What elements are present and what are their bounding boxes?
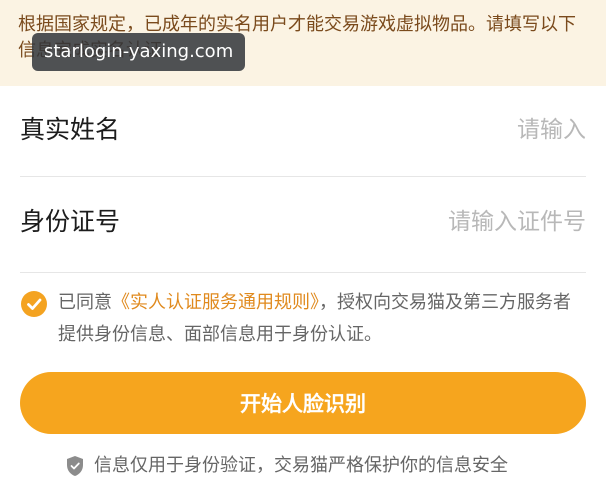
agreement-prefix: 已同意	[58, 292, 112, 313]
form-divider	[20, 272, 586, 273]
real-name-row: 真实姓名	[0, 86, 606, 176]
agreement-text: 已同意《实人认证服务通用规则》，授权向交易猫及第三方服务者提供身份信息、面部信息…	[58, 287, 588, 351]
start-face-recognition-button[interactable]: 开始人脸识别	[20, 372, 586, 434]
site-watermark: starlogin-yaxing.com	[32, 33, 246, 71]
form-divider	[20, 176, 586, 177]
agreement-checkbox[interactable]	[21, 291, 47, 317]
real-name-label: 真实姓名	[20, 115, 121, 144]
id-number-label: 身份证号	[20, 207, 121, 236]
check-circle-icon	[27, 298, 42, 310]
real-name-input[interactable]	[286, 112, 586, 148]
id-number-input[interactable]	[286, 204, 586, 240]
privacy-notice-text: 信息仅用于身份验证，交易猫严格保护你的信息安全	[94, 455, 508, 476]
privacy-notice: 信息仅用于身份验证，交易猫严格保护你的信息安全	[66, 452, 508, 480]
shield-icon	[67, 456, 83, 476]
service-rules-link[interactable]: 《实人认证服务通用规则》	[112, 292, 319, 313]
id-number-row: 身份证号	[0, 178, 606, 268]
